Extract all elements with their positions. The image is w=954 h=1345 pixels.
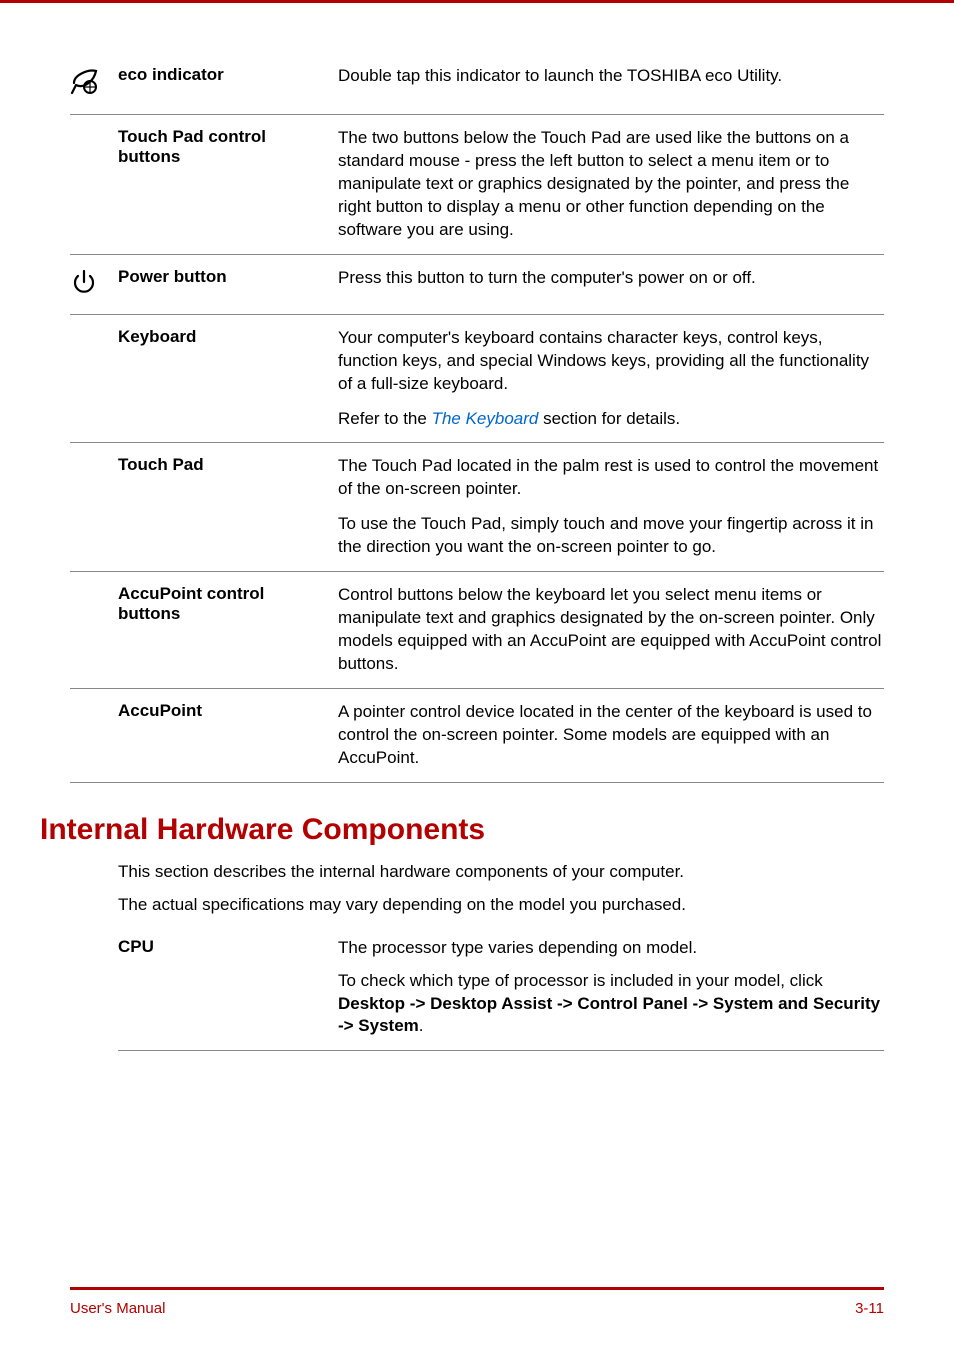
desc-text: The Touch Pad located in the palm rest i… bbox=[338, 455, 884, 501]
row-desc: The two buttons below the Touch Pad are … bbox=[338, 127, 884, 242]
row-keyboard: Keyboard Your computer's keyboard contai… bbox=[70, 315, 884, 443]
row-desc: Press this button to turn the computer's… bbox=[338, 267, 884, 302]
intro-p2: The actual specifications may vary depen… bbox=[118, 894, 884, 917]
row-label: Keyboard bbox=[118, 327, 338, 431]
row-eco-indicator: eco indicator Double tap this indicator … bbox=[70, 53, 884, 115]
desc-text: Press this button to turn the computer's… bbox=[338, 267, 884, 290]
row-label: Touch Pad bbox=[118, 455, 338, 559]
footer-left: User's Manual bbox=[70, 1300, 165, 1317]
footer-rule bbox=[70, 1287, 884, 1290]
row-label: Touch Pad control buttons bbox=[118, 127, 338, 242]
intro-p1: This section describes the internal hard… bbox=[118, 861, 884, 884]
link-post: section for details. bbox=[538, 409, 680, 428]
icon-empty bbox=[70, 701, 118, 770]
cpu-p1: The processor type varies depending on m… bbox=[338, 937, 884, 960]
eco-icon bbox=[70, 65, 118, 102]
row-cpu: CPU The processor type varies depending … bbox=[118, 927, 884, 1052]
desc-link-line: Refer to the The Keyboard section for de… bbox=[338, 408, 884, 431]
cpu-desc: The processor type varies depending on m… bbox=[338, 937, 884, 1039]
row-desc: Control buttons below the keyboard let y… bbox=[338, 584, 884, 676]
row-label: AccuPoint control buttons bbox=[118, 584, 338, 676]
row-label: eco indicator bbox=[118, 65, 338, 102]
power-icon bbox=[70, 267, 118, 302]
cpu-p2c: . bbox=[419, 1016, 424, 1035]
row-desc: Double tap this indicator to launch the … bbox=[338, 65, 884, 102]
icon-empty bbox=[70, 327, 118, 431]
keyboard-link[interactable]: The Keyboard bbox=[432, 409, 539, 428]
row-power-button: Power button Press this button to turn t… bbox=[70, 255, 884, 315]
desc-text: A pointer control device located in the … bbox=[338, 701, 884, 770]
desc-text: The two buttons below the Touch Pad are … bbox=[338, 127, 884, 242]
cpu-label: CPU bbox=[118, 937, 338, 1039]
desc-text: Control buttons below the keyboard let y… bbox=[338, 584, 884, 676]
section-heading: Internal Hardware Components bbox=[40, 813, 884, 847]
icon-empty bbox=[70, 584, 118, 676]
row-touchpad: Touch Pad The Touch Pad located in the p… bbox=[70, 442, 884, 572]
cpu-p2: To check which type of processor is incl… bbox=[338, 970, 884, 1039]
footer-right: 3-11 bbox=[855, 1300, 884, 1317]
desc-text2: To use the Touch Pad, simply touch and m… bbox=[338, 513, 884, 559]
cpu-p2a: To check which type of processor is incl… bbox=[338, 971, 823, 990]
row-label: Power button bbox=[118, 267, 338, 302]
footer-row: User's Manual 3-11 bbox=[70, 1300, 884, 1317]
row-label: AccuPoint bbox=[118, 701, 338, 770]
row-desc: A pointer control device located in the … bbox=[338, 701, 884, 770]
row-accupoint-buttons: AccuPoint control buttons Control button… bbox=[70, 572, 884, 689]
link-pre: Refer to the bbox=[338, 409, 432, 428]
icon-empty bbox=[70, 127, 118, 242]
desc-text: Double tap this indicator to launch the … bbox=[338, 65, 884, 88]
row-desc: Your computer's keyboard contains charac… bbox=[338, 327, 884, 431]
icon-empty bbox=[70, 455, 118, 559]
page-content: eco indicator Double tap this indicator … bbox=[0, 3, 954, 1051]
row-desc: The Touch Pad located in the palm rest i… bbox=[338, 455, 884, 559]
page-footer: User's Manual 3-11 bbox=[0, 1287, 954, 1345]
section-intro: This section describes the internal hard… bbox=[118, 861, 884, 917]
row-touchpad-buttons: Touch Pad control buttons The two button… bbox=[70, 115, 884, 255]
desc-text: Your computer's keyboard contains charac… bbox=[338, 327, 884, 396]
row-accupoint: AccuPoint A pointer control device locat… bbox=[70, 689, 884, 783]
